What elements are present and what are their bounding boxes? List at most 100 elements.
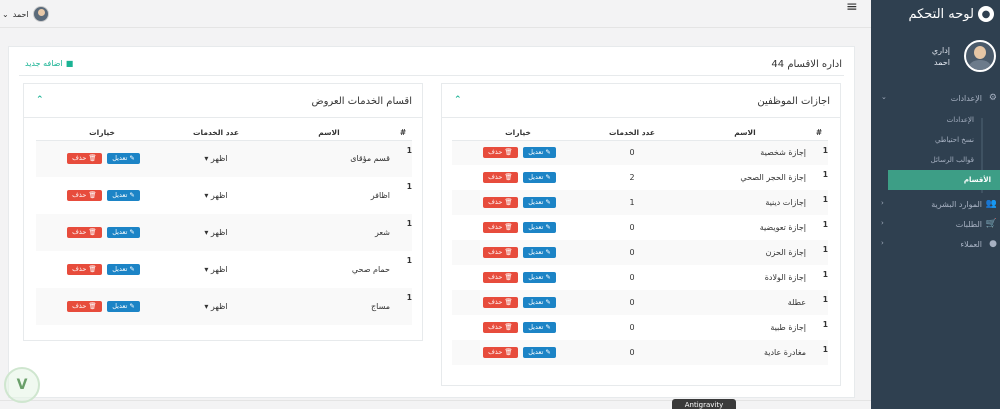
profile-avatar bbox=[964, 40, 996, 72]
show-select[interactable]: اظهر ▾ bbox=[204, 265, 227, 274]
show-select[interactable]: اظهر ▾ bbox=[204, 154, 227, 163]
row-number: 1 bbox=[406, 256, 412, 265]
count-cell: 0 bbox=[584, 215, 680, 240]
sidebar-item-orders[interactable]: 🛒 الطلبات ‹ bbox=[871, 214, 1000, 234]
submenu-item-sections[interactable]: الأقسام bbox=[888, 170, 1000, 190]
count-cell: 0 bbox=[584, 290, 680, 315]
row-name: اظافر bbox=[370, 191, 390, 200]
edit-button[interactable]: ✎ تعديل bbox=[523, 272, 556, 283]
table-row: 1 مغادرة عادية 0 ✎ تعديل 🗑 حذف bbox=[452, 340, 828, 365]
edit-label: تعديل bbox=[112, 228, 128, 236]
row-number: 1 bbox=[822, 270, 828, 279]
show-select[interactable]: اظهر ▾ bbox=[204, 302, 227, 311]
options-cell: ✎ تعديل 🗑 حذف bbox=[452, 190, 584, 215]
submenu-item-settings[interactable]: الإعدادات bbox=[871, 110, 1000, 130]
options-cell: ✎ تعديل 🗑 حذف bbox=[36, 140, 168, 177]
employee-leaves-box: اجازات الموظفين ⌃ # الاسم عدد الخدمات خي… bbox=[441, 83, 841, 386]
show-select[interactable]: اظهر ▾ bbox=[204, 228, 227, 237]
table-row: 1 قسم مؤقاى اظهر ▾ ✎ تعديل 🗑 حذف bbox=[36, 140, 412, 177]
users-icon: 👥 bbox=[985, 199, 997, 209]
edit-label: تعديل bbox=[528, 273, 544, 281]
chevron-down-icon: ⌄ bbox=[2, 9, 9, 19]
table-row: 1 اظافر اظهر ▾ ✎ تعديل 🗑 حذف bbox=[36, 177, 412, 214]
antigravity-tab[interactable]: Antigravity bbox=[672, 399, 736, 409]
edit-label: تعديل bbox=[528, 248, 544, 256]
chevron-up-icon[interactable]: ⌃ bbox=[454, 95, 462, 105]
options-cell: ✎ تعديل 🗑 حذف bbox=[452, 165, 584, 190]
table-row: 1 إجازة الحزن 0 ✎ تعديل 🗑 حذف bbox=[452, 240, 828, 265]
table-row: 1 إجازة شخصية 0 ✎ تعديل 🗑 حذف bbox=[452, 140, 828, 165]
delete-button[interactable]: 🗑 حذف bbox=[483, 297, 518, 308]
delete-button[interactable]: 🗑 حذف bbox=[483, 322, 518, 333]
sidebar-item-settings[interactable]: ⚙ الإعدادات ⌄ bbox=[871, 88, 1000, 108]
row-name: إجازة شخصية bbox=[680, 140, 810, 165]
edit-button[interactable]: ✎ تعديل bbox=[523, 247, 556, 258]
edit-button[interactable]: ✎ تعديل bbox=[523, 222, 556, 233]
row-name: شعر bbox=[264, 214, 394, 251]
options-cell: ✎ تعديل 🗑 حذف bbox=[36, 214, 168, 251]
table-row: 1 حمام صحي اظهر ▾ ✎ تعديل 🗑 حذف bbox=[36, 251, 412, 288]
delete-button[interactable]: 🗑 حذف bbox=[67, 153, 102, 165]
options-cell: ✎ تعديل 🗑 حذف bbox=[452, 265, 584, 290]
user-dropdown[interactable]: ⌄ احمد bbox=[2, 6, 49, 22]
delete-button[interactable]: 🗑 حذف bbox=[67, 227, 102, 238]
delete-button[interactable]: 🗑 حذف bbox=[67, 190, 102, 201]
sidebar-item-hr[interactable]: 👥 الموارد البشرية ‹ bbox=[871, 194, 1000, 214]
caret-down-icon: ▾ bbox=[204, 228, 209, 237]
count-cell: 0 bbox=[584, 265, 680, 290]
show-select[interactable]: اظهر ▾ bbox=[204, 191, 227, 200]
edit-label: تعديل bbox=[528, 348, 544, 356]
delete-button[interactable]: 🗑 حذف bbox=[483, 272, 518, 283]
row-name: مساج bbox=[264, 288, 394, 325]
add-new-link[interactable]: ■ اضافه جديد bbox=[25, 59, 73, 68]
count-cell: اظهر ▾ bbox=[168, 251, 264, 288]
edit-button[interactable]: ✎ تعديل bbox=[523, 147, 556, 159]
submenu-item-message-templates[interactable]: قوالب الرسائل bbox=[871, 150, 1000, 170]
count-cell: 0 bbox=[584, 340, 680, 365]
box-header: اجازات الموظفين ⌃ bbox=[442, 84, 840, 118]
row-number: 1 bbox=[822, 320, 828, 329]
brand-logo[interactable]: ● لوحه التحكم bbox=[908, 6, 994, 22]
edit-button[interactable]: ✎ تعديل bbox=[107, 190, 140, 201]
profile-role: إداري bbox=[931, 46, 950, 55]
delete-button[interactable]: 🗑 حذف bbox=[483, 247, 518, 258]
edit-label: تعديل bbox=[528, 173, 544, 181]
edit-button[interactable]: ✎ تعديل bbox=[107, 264, 140, 275]
delete-label: حذف bbox=[488, 223, 503, 231]
table-row: 1 مساج اظهر ▾ ✎ تعديل 🗑 حذف bbox=[36, 288, 412, 325]
menu-toggle-icon[interactable]: ≡ bbox=[846, 0, 858, 14]
chevron-up-icon[interactable]: ⌃ bbox=[36, 95, 44, 105]
delete-button[interactable]: 🗑 حذف bbox=[483, 197, 518, 208]
edit-button[interactable]: ✎ تعديل bbox=[523, 297, 556, 308]
submenu-item-backup[interactable]: نسخ احتياطي bbox=[871, 130, 1000, 150]
edit-button[interactable]: ✎ تعديل bbox=[523, 172, 556, 183]
column-header: خيارات bbox=[36, 126, 168, 141]
watermark-logo: V bbox=[4, 367, 40, 403]
delete-button[interactable]: 🗑 حذف bbox=[483, 172, 518, 183]
edit-button[interactable]: ✎ تعديل bbox=[107, 153, 140, 165]
delete-label: حذف bbox=[488, 298, 503, 306]
column-header: # bbox=[394, 126, 412, 141]
delete-button[interactable]: 🗑 حذف bbox=[67, 301, 102, 312]
edit-button[interactable]: ✎ تعديل bbox=[523, 322, 556, 333]
delete-button[interactable]: 🗑 حذف bbox=[67, 264, 102, 275]
count-cell: 0 bbox=[584, 140, 680, 165]
delete-button[interactable]: 🗑 حذف bbox=[483, 147, 518, 159]
services-sections-table: # الاسم عدد الخدمات خيارات 1 قسم مؤقاى ا… bbox=[36, 126, 412, 325]
edit-button[interactable]: ✎ تعديل bbox=[523, 347, 556, 358]
services-count: 0 bbox=[629, 323, 635, 332]
box-title: اقسام الخدمات العروض bbox=[311, 96, 412, 107]
sidebar-item-clients[interactable]: ● العملاء ‹ bbox=[871, 234, 1000, 254]
options-cell: ✎ تعديل 🗑 حذف bbox=[36, 251, 168, 288]
count-cell: 0 bbox=[584, 315, 680, 340]
row-number: 1 bbox=[810, 290, 828, 315]
edit-button[interactable]: ✎ تعديل bbox=[107, 301, 140, 312]
delete-label: حذف bbox=[72, 228, 87, 236]
select-value: اظهر bbox=[210, 191, 228, 200]
select-value: اظهر bbox=[210, 302, 228, 311]
delete-button[interactable]: 🗑 حذف bbox=[483, 222, 518, 233]
delete-label: حذف bbox=[488, 148, 503, 157]
delete-button[interactable]: 🗑 حذف bbox=[483, 347, 518, 358]
edit-button[interactable]: ✎ تعديل bbox=[107, 227, 140, 238]
edit-button[interactable]: ✎ تعديل bbox=[523, 197, 556, 208]
